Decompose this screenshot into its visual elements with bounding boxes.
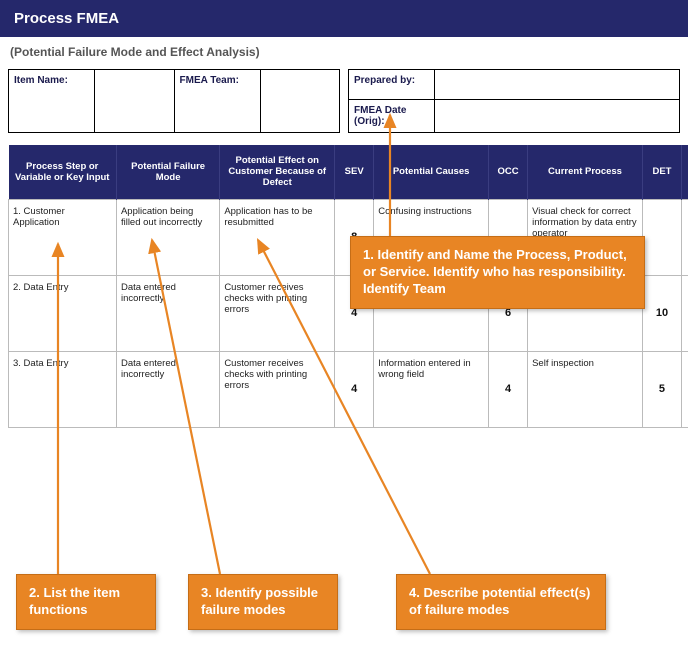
cell-sev: 4 bbox=[335, 351, 374, 427]
info-table-right: Prepared by: FMEA Date (Orig): bbox=[348, 69, 680, 133]
cell-rpn: 80 bbox=[681, 351, 688, 427]
cell-process: Self inspection bbox=[528, 351, 643, 427]
page-subtitle: (Potential Failure Mode and Effect Analy… bbox=[0, 37, 688, 69]
column-header: SEV bbox=[335, 145, 374, 199]
callout-3: 3. Identify possible failure modes bbox=[188, 574, 338, 630]
cell-causes: Information entered in wrong field bbox=[374, 351, 489, 427]
info-fmea-team-value bbox=[260, 70, 340, 133]
column-header: Current Process bbox=[528, 145, 643, 199]
cell-step: 2. Data Entry bbox=[9, 275, 117, 351]
column-header: OCC bbox=[489, 145, 528, 199]
cell-mode: Data entered incorrectly bbox=[116, 275, 219, 351]
column-header: DET bbox=[642, 145, 681, 199]
page-title: Process FMEA bbox=[0, 0, 688, 37]
cell-mode: Application being filled out incorrectly bbox=[116, 199, 219, 275]
cell-mode: Data entered incorrectly bbox=[116, 351, 219, 427]
info-fmea-team-label: FMEA Team: bbox=[174, 70, 260, 133]
column-header: Potential Causes bbox=[374, 145, 489, 199]
column-header: Potential Effect on Customer Because of … bbox=[220, 145, 335, 199]
cell-step: 3. Data Entry bbox=[9, 351, 117, 427]
cell-det: 10 bbox=[642, 275, 681, 351]
cell-occ: 4 bbox=[489, 351, 528, 427]
cell-effect: Application has to be resubmitted bbox=[220, 199, 335, 275]
info-table-left: Item Name: FMEA Team: bbox=[8, 69, 340, 133]
callout-1: 1. Identify and Name the Process, Produc… bbox=[350, 236, 645, 309]
info-item-name-value bbox=[95, 70, 175, 133]
column-header: Potential Failure Mode bbox=[116, 145, 219, 199]
info-section: Item Name: FMEA Team: Prepared by: FMEA … bbox=[0, 69, 688, 133]
callout-4: 4. Describe potential effect(s) of failu… bbox=[396, 574, 606, 630]
info-fmea-date-label: FMEA Date (Orig): bbox=[349, 100, 435, 133]
cell-step: 1. Customer Application bbox=[9, 199, 117, 275]
column-header: Process Step or Variable or Key Input bbox=[9, 145, 117, 199]
cell-rpn: 240 bbox=[681, 275, 688, 351]
fmea-header-row: Process Step or Variable or Key InputPot… bbox=[9, 145, 688, 199]
cell-det bbox=[642, 199, 681, 275]
info-fmea-date-value bbox=[435, 100, 680, 133]
cell-effect: Customer receives checks with printing e… bbox=[220, 351, 335, 427]
info-item-name-label: Item Name: bbox=[9, 70, 95, 133]
cell-det: 5 bbox=[642, 351, 681, 427]
info-prepared-by-label: Prepared by: bbox=[349, 70, 435, 100]
info-prepared-by-value bbox=[435, 70, 680, 100]
column-header: RPN bbox=[681, 145, 688, 199]
table-row: 3. Data EntryData entered incorrectlyCus… bbox=[9, 351, 688, 427]
callout-2: 2. List the item functions bbox=[16, 574, 156, 630]
cell-effect: Customer receives checks with printing e… bbox=[220, 275, 335, 351]
cell-rpn bbox=[681, 199, 688, 275]
